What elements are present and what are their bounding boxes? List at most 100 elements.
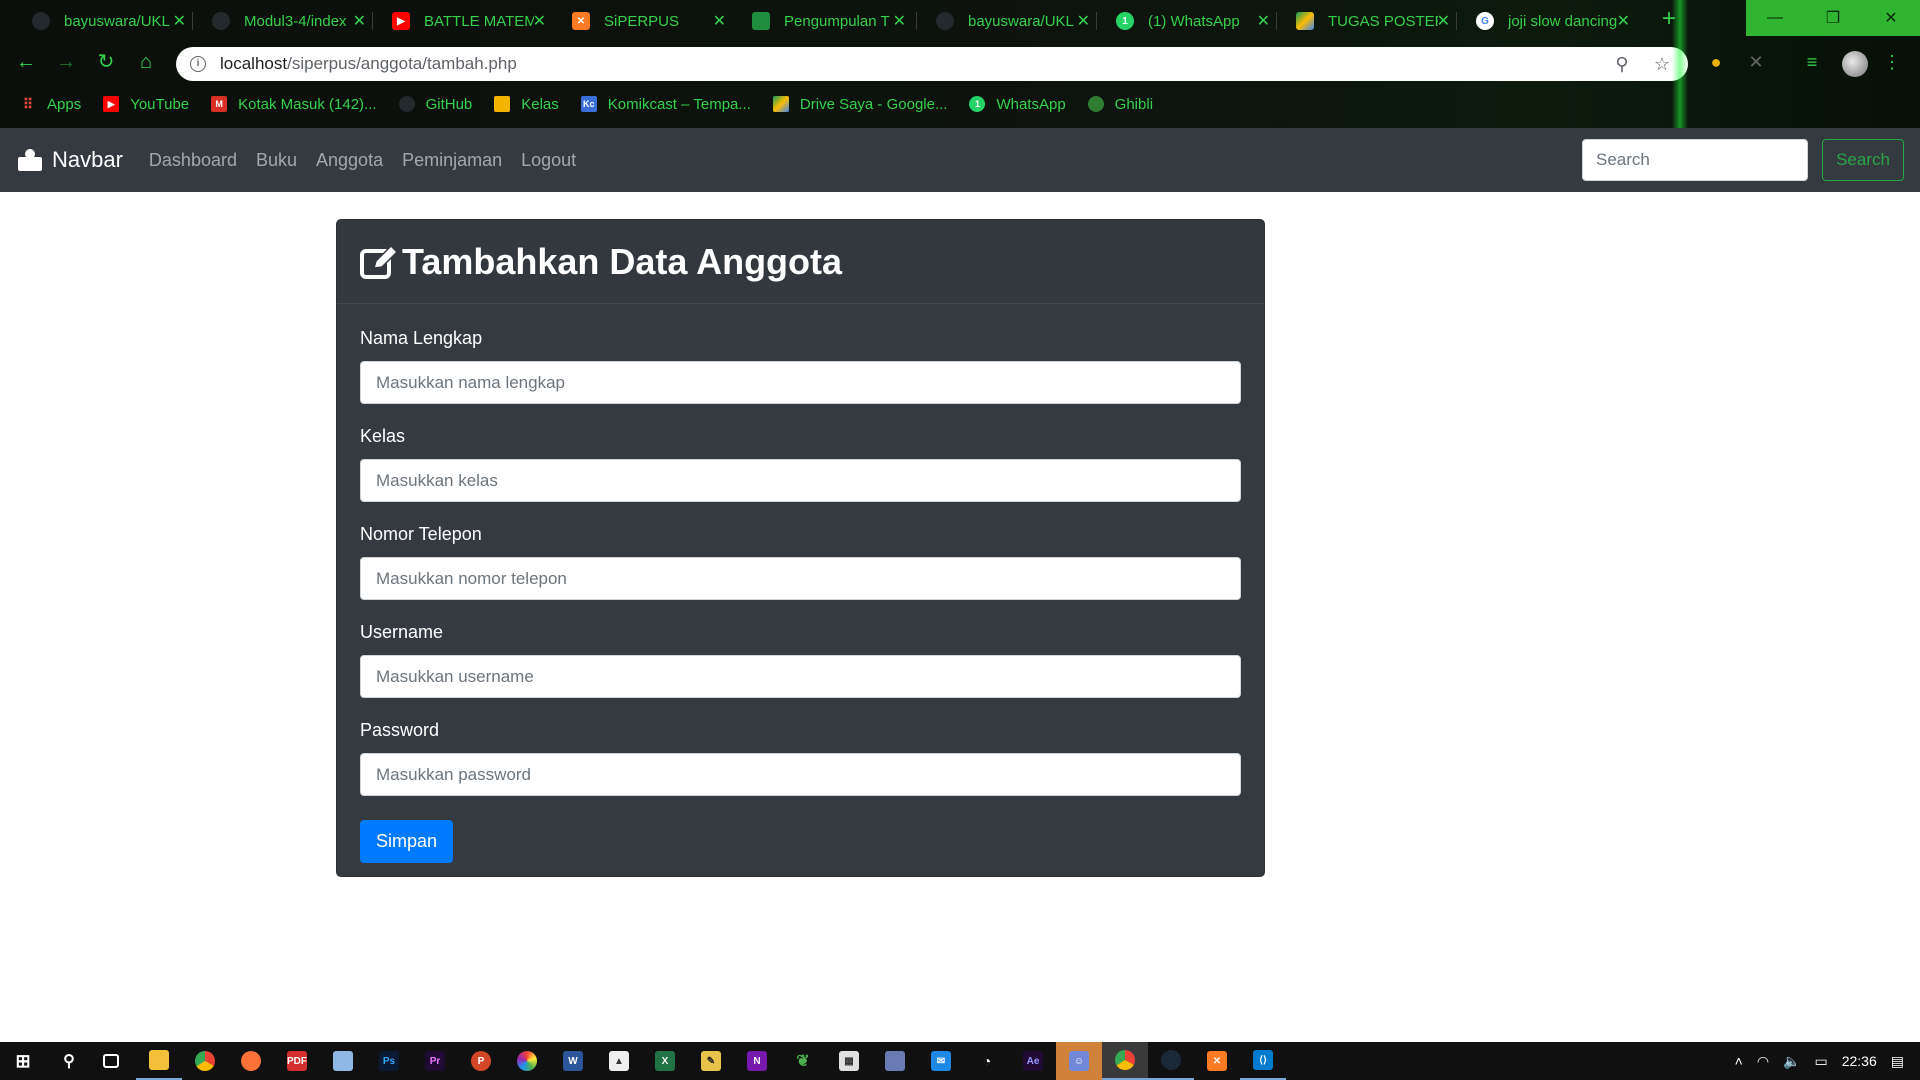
store-icon[interactable]: ▲	[596, 1042, 642, 1080]
windows-start-icon[interactable]: ⊞	[0, 1042, 46, 1080]
nav-link-logout[interactable]: Logout	[521, 150, 576, 171]
profile-avatar[interactable]	[1842, 51, 1868, 77]
media-control-icon[interactable]: ≡	[1800, 50, 1824, 74]
address-bar[interactable]: i localhost/siperpus/anggota/tambah.php …	[176, 47, 1688, 81]
close-icon[interactable]: ✕	[1257, 11, 1270, 31]
kelas-input[interactable]	[360, 459, 1241, 502]
xampp-icon[interactable]: ✕	[1194, 1042, 1240, 1080]
close-icon[interactable]: ✕	[1077, 11, 1090, 31]
search-icon[interactable]: ⚲	[46, 1042, 92, 1080]
info-icon[interactable]: i	[190, 56, 206, 72]
browser-tab[interactable]: TUGAS POSTER ✕	[1280, 6, 1460, 36]
navbar-search-button[interactable]: Search	[1822, 139, 1904, 181]
github-icon	[32, 12, 50, 30]
notification-icon[interactable]: ▤	[1891, 1053, 1904, 1070]
vscode-icon[interactable]: ⟨⟩	[1240, 1042, 1286, 1080]
menu-kebab-icon[interactable]: ⋮	[1880, 50, 1904, 74]
browser-tab-active[interactable]: ✕ SiPERPUS ✕	[556, 6, 736, 36]
password-input[interactable]	[360, 753, 1241, 796]
chevron-up-icon[interactable]: ˄	[1735, 1053, 1743, 1069]
close-icon[interactable]: ✕	[173, 11, 186, 31]
chrome-active-icon[interactable]	[1102, 1042, 1148, 1080]
app-icon[interactable]	[872, 1042, 918, 1080]
nama-lengkap-input[interactable]	[360, 361, 1241, 404]
tab-title: Pengumpulan T	[784, 12, 890, 30]
pdf-icon[interactable]: PDF	[274, 1042, 320, 1080]
after-effects-icon[interactable]: Ae	[1010, 1042, 1056, 1080]
bookmark-star-icon[interactable]: ☆	[1648, 54, 1676, 75]
photos-icon[interactable]	[504, 1042, 550, 1080]
close-window-button[interactable]: ✕	[1862, 0, 1920, 36]
close-icon[interactable]: ✕	[533, 11, 546, 31]
browser-tab[interactable]: Modul3-4/index ✕	[196, 6, 376, 36]
battery-icon[interactable]: ▭	[1814, 1053, 1827, 1070]
clock[interactable]: 22:36	[1842, 1053, 1877, 1069]
browser-tab[interactable]: 1 (1) WhatsApp ✕	[1100, 6, 1280, 36]
url-host: localhost	[220, 54, 288, 73]
firefox-icon[interactable]	[228, 1042, 274, 1080]
wifi-icon[interactable]: ◠	[1757, 1053, 1769, 1070]
package-icon[interactable]	[320, 1042, 366, 1080]
restore-button[interactable]: ❐	[1804, 0, 1862, 36]
onenote-icon[interactable]: N	[734, 1042, 780, 1080]
username-input[interactable]	[360, 655, 1241, 698]
browser-tab[interactable]: G joji slow dancing ✕	[1460, 6, 1640, 36]
steam-icon[interactable]	[1148, 1042, 1194, 1080]
nomor-telepon-input[interactable]	[360, 557, 1241, 600]
tab-title: BATTLE MATEMATIKA	[424, 12, 534, 30]
zoom-icon[interactable]: ⚲	[1608, 54, 1636, 75]
mail-icon[interactable]: ✉	[918, 1042, 964, 1080]
system-tray: ˄ ◠ 🔈 ▭ 22:36 ▤	[1735, 1042, 1920, 1080]
extension-x-icon[interactable]: ✕	[1744, 50, 1768, 74]
close-icon[interactable]: ✕	[713, 11, 726, 31]
home-icon[interactable]: ⌂	[132, 48, 160, 76]
browser-tab[interactable]: Pengumpulan T ✕	[736, 6, 916, 36]
gmail-icon: M	[211, 96, 228, 112]
extension-icon[interactable]: ●	[1704, 50, 1728, 74]
calculator-icon[interactable]: ▦	[826, 1042, 872, 1080]
photoshop-icon[interactable]: Ps	[366, 1042, 412, 1080]
reload-icon[interactable]: ↻	[92, 48, 120, 76]
bookmark-item[interactable]: ⠿ Apps	[20, 96, 81, 113]
navbar-search-input[interactable]	[1582, 139, 1808, 181]
chrome-icon[interactable]	[182, 1042, 228, 1080]
speedometer-icon[interactable]: ◔	[964, 1042, 1010, 1080]
task-view-icon[interactable]	[88, 1042, 134, 1080]
browser-tab[interactable]: bayuswara/UKL ✕	[920, 6, 1100, 36]
nav-link-dashboard[interactable]: Dashboard	[149, 150, 237, 171]
leaf-app-icon[interactable]: ❦	[780, 1042, 826, 1080]
minimize-button[interactable]: —	[1746, 0, 1804, 36]
pencil-app-icon[interactable]: ✎	[688, 1042, 734, 1080]
bookmark-item[interactable]: 1 WhatsApp	[969, 96, 1066, 113]
close-icon[interactable]: ✕	[893, 11, 906, 31]
bookmark-label: Drive Saya - Google...	[799, 95, 948, 113]
bookmark-item[interactable]: M Kotak Masuk (142)...	[211, 96, 377, 113]
file-explorer-icon[interactable]	[136, 1042, 182, 1080]
bookmark-item[interactable]: Drive Saya - Google...	[772, 95, 948, 113]
close-icon[interactable]: ✕	[1617, 11, 1630, 31]
nav-link-anggota[interactable]: Anggota	[316, 150, 383, 171]
excel-icon[interactable]: X	[642, 1042, 688, 1080]
browser-tab[interactable]: ▶ BATTLE MATEMATIKA ✕	[376, 6, 556, 36]
close-icon[interactable]: ✕	[353, 11, 366, 31]
forward-arrow-icon[interactable]: →	[52, 48, 80, 76]
powerpoint-icon[interactable]: P	[458, 1042, 504, 1080]
nav-link-buku[interactable]: Buku	[256, 150, 297, 171]
bookmark-item[interactable]: Kelas	[494, 96, 559, 113]
bookmark-item[interactable]: GitHub	[398, 96, 472, 113]
new-tab-button[interactable]: +	[1656, 6, 1682, 34]
bookmark-item[interactable]: Ghibli	[1087, 96, 1153, 113]
word-icon[interactable]: W	[550, 1042, 596, 1080]
navbar-brand[interactable]: Navbar	[18, 147, 123, 173]
tab-title: Modul3-4/index	[244, 12, 347, 30]
back-arrow-icon[interactable]: ←	[12, 48, 40, 76]
browser-tab[interactable]: bayuswara/UKL ✕	[16, 6, 196, 36]
close-icon[interactable]: ✕	[1437, 11, 1450, 31]
bookmark-item[interactable]: ▶ YouTube	[103, 96, 189, 113]
bookmark-item[interactable]: Kc Komikcast – Tempa...	[580, 96, 751, 113]
simpan-button[interactable]: Simpan	[360, 820, 454, 863]
discord-icon[interactable]: ☺	[1056, 1042, 1102, 1080]
volume-icon[interactable]: 🔈	[1783, 1053, 1800, 1070]
premiere-icon[interactable]: Pr	[412, 1042, 458, 1080]
nav-link-peminjaman[interactable]: Peminjaman	[402, 150, 502, 171]
